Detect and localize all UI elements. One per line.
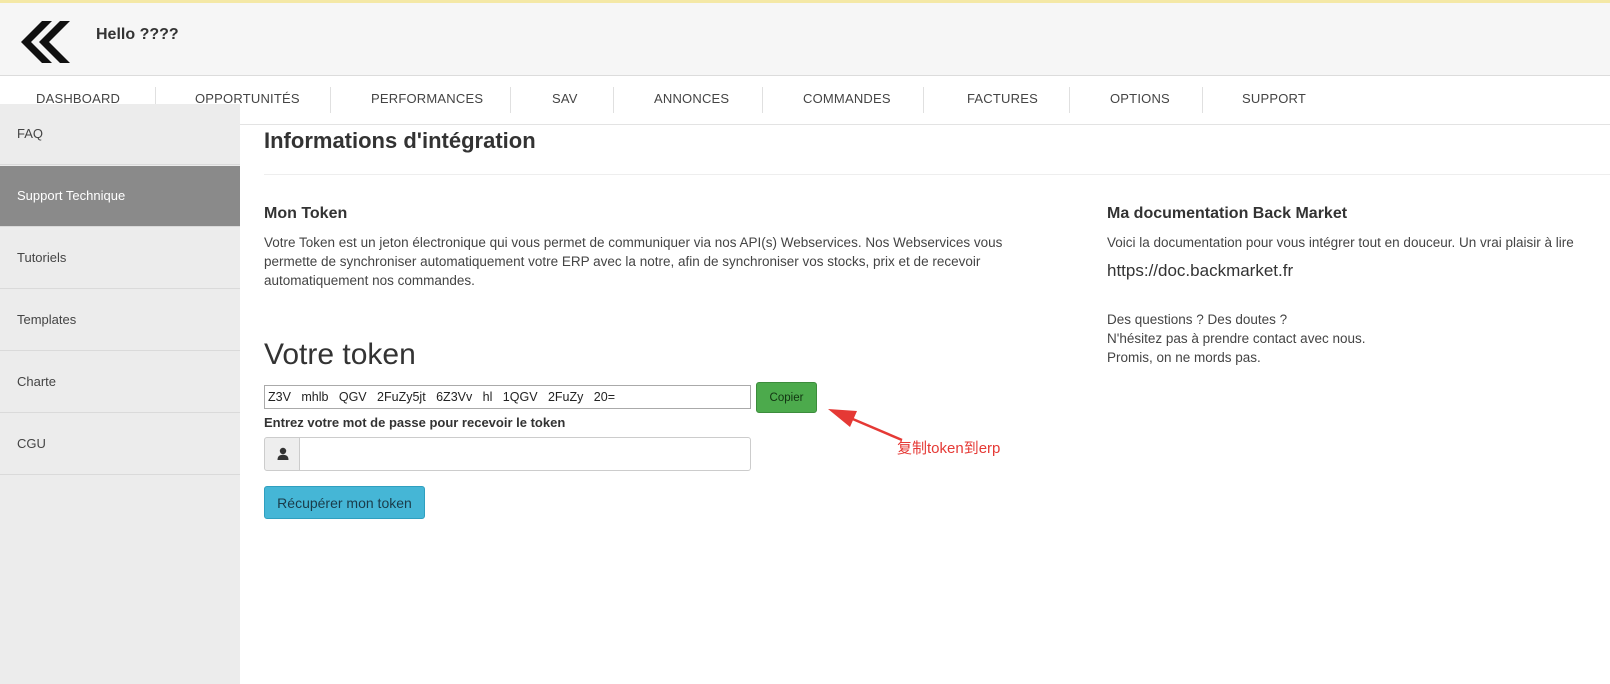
nav-factures[interactable]: FACTURES xyxy=(967,91,1038,106)
sidebar: FAQ Support Technique Tutoriels Template… xyxy=(0,104,240,684)
doc-heading: Ma documentation Back Market xyxy=(1107,205,1348,222)
sidebar-item-support-technique[interactable]: Support Technique xyxy=(0,166,240,227)
sidebar-item-templates[interactable]: Templates xyxy=(0,290,240,351)
greeting-text: Hello ???? xyxy=(96,26,179,43)
annotation-text: 复制token到erp xyxy=(897,440,1001,457)
sidebar-item-label: Support Technique xyxy=(17,188,126,203)
main-nav: DASHBOARD OPPORTUNITÉS PERFORMANCES SAV … xyxy=(0,77,1610,125)
title-divider xyxy=(264,174,1610,175)
main-content: Informations d'intégration Mon Token Vot… xyxy=(240,124,1610,684)
sidebar-item-label: FAQ xyxy=(17,126,44,141)
token-heading: Mon Token xyxy=(264,205,348,222)
password-label: Entrez votre mot de passe pour recevoir … xyxy=(264,415,566,430)
nav-separator xyxy=(762,87,763,113)
sidebar-item-label: Tutoriels xyxy=(17,250,67,265)
sidebar-item-label: Charte xyxy=(17,374,57,389)
nav-commandes[interactable]: COMMANDES xyxy=(803,91,891,106)
doc-questions: Des questions ? Des doutes ? N'hésitez p… xyxy=(1107,310,1607,367)
user-icon xyxy=(277,447,289,460)
sidebar-item-faq[interactable]: FAQ xyxy=(0,104,240,165)
password-input-group xyxy=(264,437,751,471)
token-description-line: permette de synchroniser automatiquement… xyxy=(264,254,981,269)
nav-sav[interactable]: SAV xyxy=(552,91,578,106)
page-title: Informations d'intégration xyxy=(264,128,536,153)
nav-performances[interactable]: PERFORMANCES xyxy=(371,91,483,106)
nav-support[interactable]: SUPPORT xyxy=(1242,91,1306,106)
top-bar: Hello ???? xyxy=(0,0,1610,76)
doc-questions-line: Promis, on ne mords pas. xyxy=(1107,350,1261,365)
sidebar-item-label: Templates xyxy=(17,312,77,327)
doc-intro: Voici la documentation pour vous intégre… xyxy=(1107,235,1574,250)
sidebar-item-tutoriels[interactable]: Tutoriels xyxy=(0,228,240,289)
password-addon xyxy=(264,437,300,471)
sidebar-item-cgu[interactable]: CGU xyxy=(0,414,240,475)
nav-separator xyxy=(510,87,511,113)
sidebar-item-label: CGU xyxy=(17,436,46,451)
token-description-line: automatiquement nos commandes. xyxy=(264,273,475,288)
token-description: Votre Token est un jeton électronique qu… xyxy=(264,233,1064,290)
nav-separator xyxy=(1202,87,1203,113)
nav-annonces[interactable]: ANNONCES xyxy=(654,91,729,106)
doc-questions-line: Des questions ? Des doutes ? xyxy=(1107,312,1288,327)
nav-separator xyxy=(613,87,614,113)
doc-questions-line: N'hésitez pas à prendre contact avec nou… xyxy=(1107,331,1366,346)
nav-options[interactable]: OPTIONS xyxy=(1110,91,1170,106)
token-field[interactable] xyxy=(264,385,751,409)
nav-separator xyxy=(923,87,924,113)
nav-separator xyxy=(1069,87,1070,113)
token-description-line: Votre Token est un jeton électronique qu… xyxy=(264,235,1003,250)
fetch-token-button[interactable]: Récupérer mon token xyxy=(264,486,425,519)
copy-button[interactable]: Copier xyxy=(756,382,817,413)
token-title: Votre token xyxy=(264,338,416,371)
nav-separator xyxy=(330,87,331,113)
password-input[interactable] xyxy=(299,437,751,471)
sidebar-item-charte[interactable]: Charte xyxy=(0,352,240,413)
back-logo-icon[interactable] xyxy=(14,19,70,65)
doc-link[interactable]: https://doc.backmarket.fr xyxy=(1107,261,1293,280)
